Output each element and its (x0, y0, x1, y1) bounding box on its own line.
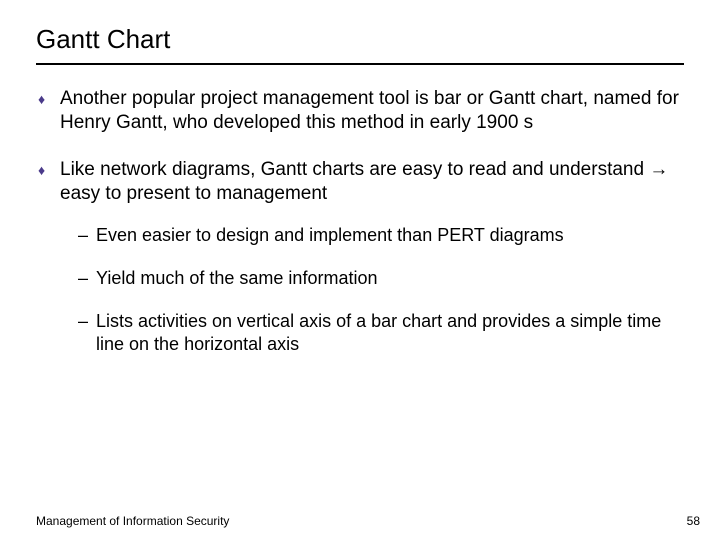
bullet-item: Another popular project management tool … (36, 87, 684, 136)
sub-list: Even easier to design and implement than… (78, 224, 684, 356)
slide-title: Gantt Chart (36, 24, 684, 55)
slide: Gantt Chart Another popular project mana… (0, 0, 720, 356)
sub-item: Even easier to design and implement than… (78, 224, 684, 247)
title-rule (36, 63, 684, 65)
sub-item: Yield much of the same information (78, 267, 684, 290)
sub-item: Lists activities on vertical axis of a b… (78, 310, 684, 356)
page-number: 58 (687, 514, 700, 528)
bullet-text: Like network diagrams, Gantt charts are … (60, 159, 668, 204)
sub-text: Lists activities on vertical axis of a b… (96, 311, 661, 354)
sub-text: Even easier to design and implement than… (96, 225, 564, 245)
bullet-list: Another popular project management tool … (36, 87, 684, 356)
sub-text: Yield much of the same information (96, 268, 377, 288)
bullet-text: Another popular project management tool … (60, 88, 679, 133)
bullet-item: Like network diagrams, Gantt charts are … (36, 158, 684, 357)
footer-left: Management of Information Security (36, 514, 229, 528)
